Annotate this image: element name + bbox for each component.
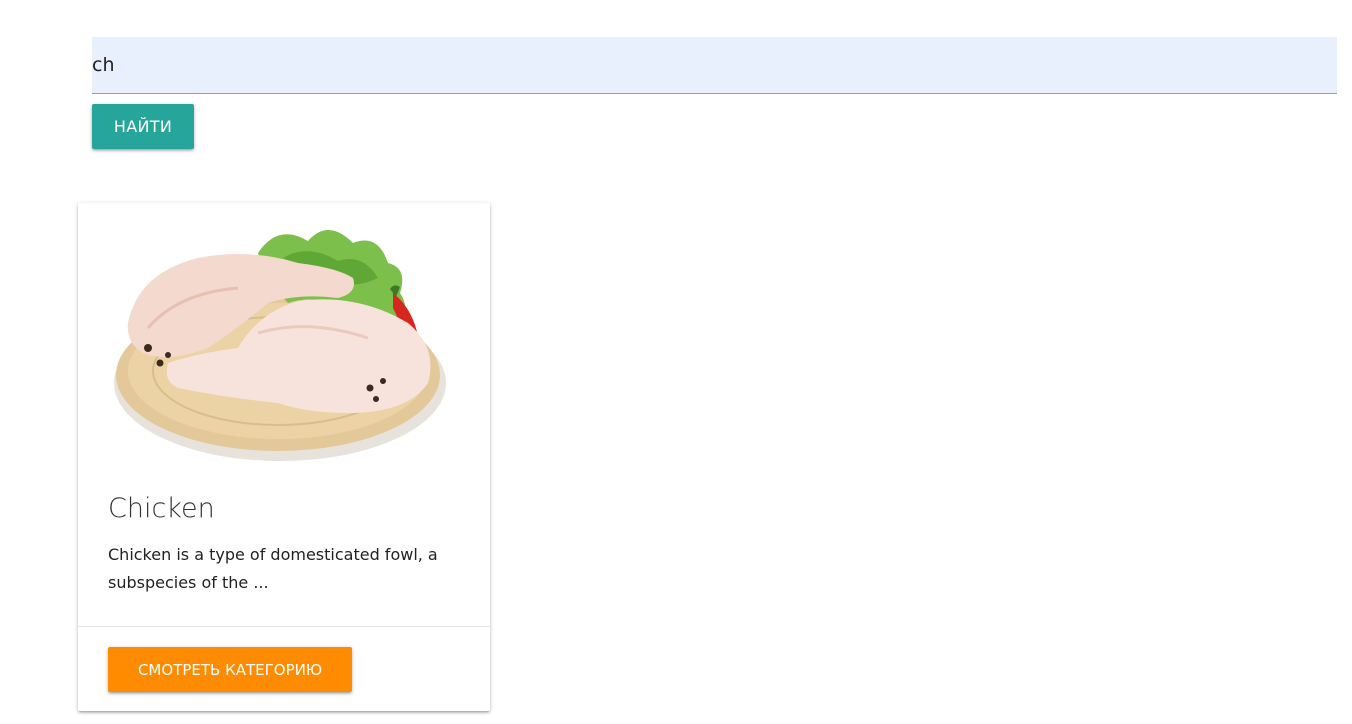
- card-title: Chicken: [108, 493, 215, 524]
- search-input[interactable]: [92, 37, 1337, 94]
- find-button[interactable]: НАЙТИ: [92, 104, 194, 149]
- view-category-button[interactable]: СМОТРЕТЬ КАТЕГОРИЮ: [108, 647, 352, 692]
- category-card: Chicken Chicken is a type of domesticate…: [78, 203, 490, 711]
- card-divider: [78, 626, 490, 627]
- chicken-image: [114, 229, 446, 461]
- card-description: Chicken is a type of domesticated fowl, …: [108, 545, 438, 592]
- search-field-wrapper: [92, 37, 1337, 94]
